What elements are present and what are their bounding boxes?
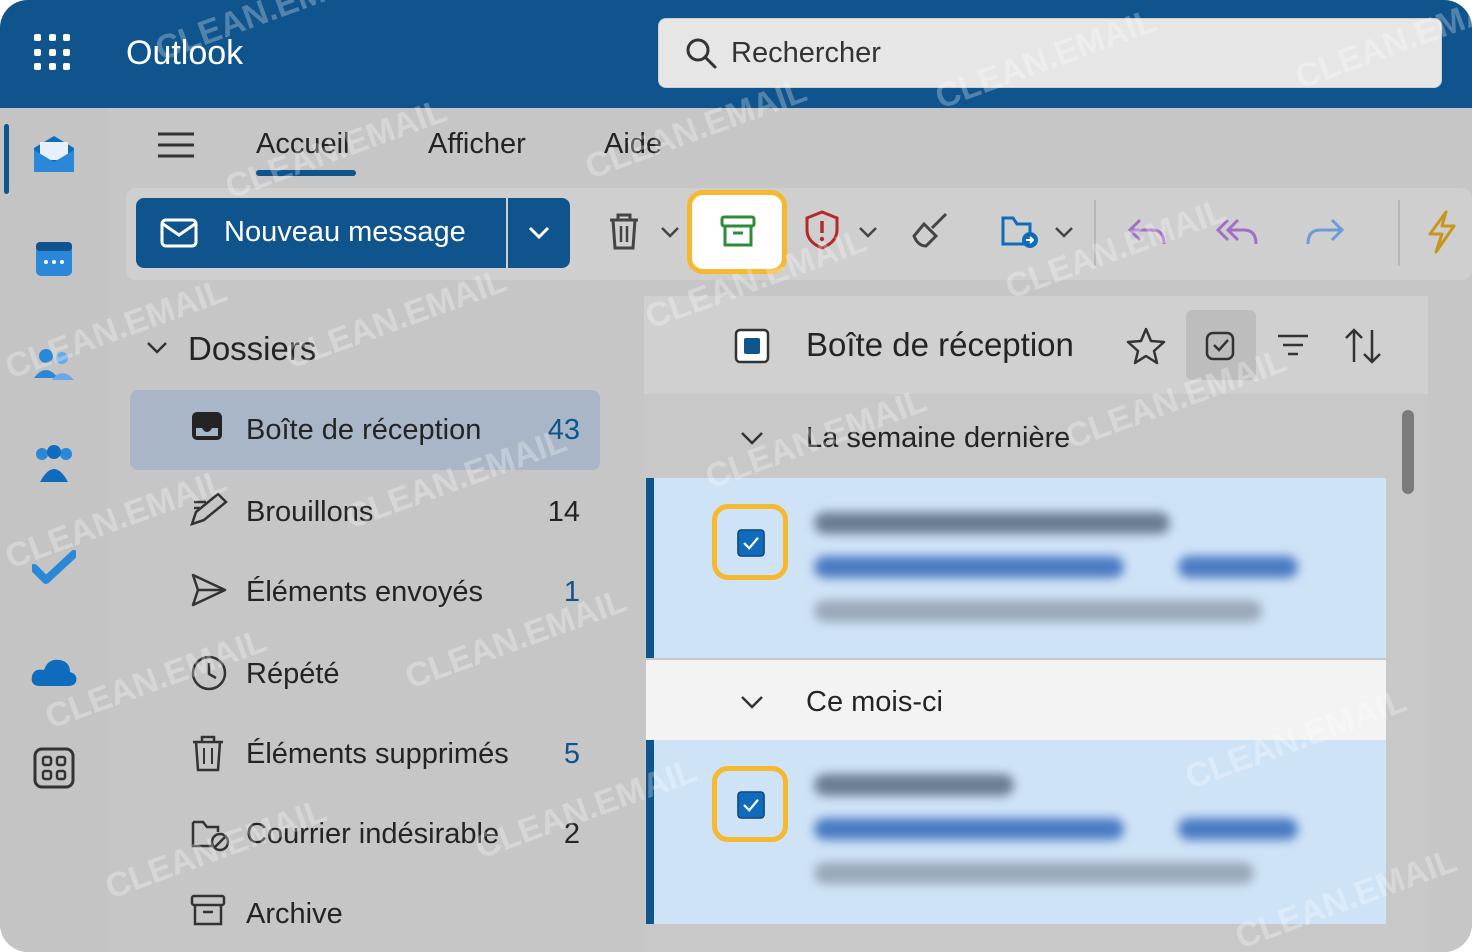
unread-count: 5 — [563, 738, 580, 770]
message-checkbox[interactable] — [712, 766, 788, 842]
sort-icon[interactable] — [1342, 326, 1384, 366]
reply-all-icon[interactable] — [1214, 216, 1260, 248]
folder-name: Éléments envoyés — [246, 576, 483, 608]
multi-select-icon — [1205, 331, 1235, 361]
quick-steps-icon[interactable] — [1424, 210, 1460, 254]
inbox-icon — [192, 412, 222, 440]
blurred-date — [1178, 556, 1298, 578]
archive-icon — [720, 215, 756, 247]
folders-collapse-chevron-icon[interactable] — [146, 340, 168, 356]
rail-active-indicator — [4, 124, 9, 194]
folder-name: Courrier indésirable — [246, 818, 500, 850]
archive-folder-icon — [190, 894, 226, 926]
checkbox-checked-icon — [737, 529, 765, 557]
folder-inbox[interactable]: Boîte de réception 43 — [130, 390, 600, 470]
blurred-preview — [814, 862, 1254, 884]
tab-afficher[interactable]: Afficher — [428, 128, 526, 161]
blurred-date — [1178, 818, 1298, 840]
app-rail — [0, 108, 108, 952]
app-launcher-icon[interactable] — [34, 34, 72, 72]
blurred-preview — [814, 600, 1262, 622]
forward-icon[interactable] — [1304, 216, 1346, 248]
group-collapse-chevron-icon[interactable] — [740, 694, 764, 710]
folder-name: Archive — [246, 898, 343, 930]
chevron-down-icon — [528, 226, 550, 240]
select-all-checkbox[interactable] — [734, 328, 770, 364]
archive-button[interactable] — [687, 190, 787, 274]
folders-heading: Dossiers — [188, 330, 317, 367]
folder-name: Répété — [246, 658, 340, 690]
unread-count: 1 — [563, 576, 580, 608]
trash-icon — [193, 735, 223, 772]
active-tab-underline — [256, 170, 356, 176]
folder-snoozed[interactable]: Répété — [130, 634, 600, 714]
outlook-window: Outlook Rechercher Accueil Afficher Aide… — [0, 0, 1472, 952]
folder-name: Boîte de réception — [246, 414, 482, 446]
blurred-sender — [814, 774, 1014, 796]
blurred-subject — [814, 818, 1124, 840]
tab-aide[interactable]: Aide — [604, 128, 662, 161]
groups-app-icon[interactable] — [32, 442, 76, 486]
new-message-button[interactable]: Nouveau message — [136, 198, 506, 268]
group-last-week: La semaine dernière — [806, 422, 1071, 454]
top-bar: Outlook Rechercher — [0, 0, 1472, 108]
delete-icon[interactable] — [606, 210, 642, 254]
delete-chevron-icon[interactable] — [660, 226, 680, 240]
folder-sent[interactable]: Éléments envoyés 1 — [130, 552, 600, 632]
people-app-icon[interactable] — [32, 344, 76, 384]
move-chevron-icon[interactable] — [1054, 226, 1074, 240]
folder-archive[interactable]: Archive — [130, 874, 600, 952]
message-list-scrollbar[interactable] — [1402, 410, 1414, 494]
app-title: Outlook — [126, 34, 244, 72]
item-count: 2 — [563, 818, 580, 850]
calendar-app-icon[interactable] — [34, 238, 74, 278]
new-message-label: Nouveau message — [224, 216, 466, 248]
selection-mode-toggle[interactable] — [1186, 310, 1256, 380]
move-to-icon[interactable] — [1000, 210, 1042, 250]
checkbox-checked-icon — [737, 791, 765, 819]
message-list-title: Boîte de réception — [806, 326, 1074, 363]
tab-accueil[interactable]: Accueil — [256, 128, 350, 161]
reply-icon[interactable] — [1126, 216, 1168, 248]
filter-icon[interactable] — [1276, 330, 1310, 360]
report-icon[interactable] — [804, 210, 840, 250]
sweep-icon[interactable] — [910, 210, 950, 250]
folder-deleted[interactable]: Éléments supprimés 5 — [130, 714, 600, 794]
search-box[interactable]: Rechercher — [658, 18, 1442, 88]
hamburger-menu-icon[interactable] — [156, 130, 196, 160]
sent-icon — [191, 573, 227, 607]
folder-name: Éléments supprimés — [246, 738, 509, 770]
search-placeholder: Rechercher — [731, 37, 881, 69]
more-apps-icon[interactable] — [32, 746, 76, 790]
new-message-dropdown[interactable] — [508, 198, 570, 268]
group-this-month: Ce mois-ci — [806, 686, 943, 718]
folder-drafts[interactable]: Brouillons 14 — [130, 472, 600, 552]
ribbon-divider-2 — [1398, 200, 1400, 266]
message-checkbox[interactable] — [712, 504, 788, 580]
group-collapse-chevron-icon[interactable] — [740, 430, 764, 446]
blurred-sender — [814, 512, 1170, 534]
todo-app-icon[interactable] — [32, 550, 76, 586]
item-count: 14 — [547, 496, 580, 528]
search-icon — [686, 38, 717, 69]
clock-icon — [191, 655, 227, 691]
ribbon-divider — [1094, 200, 1096, 266]
folder-name: Brouillons — [246, 496, 374, 528]
favorite-star-icon[interactable] — [1126, 326, 1166, 366]
onedrive-app-icon[interactable] — [30, 654, 78, 688]
report-chevron-icon[interactable] — [858, 226, 878, 240]
unread-count: 43 — [547, 414, 580, 446]
folder-junk[interactable]: Courrier indésirable 2 — [130, 794, 600, 874]
drafts-icon — [190, 492, 228, 526]
junk-icon — [191, 820, 230, 852]
envelope-icon — [160, 218, 198, 248]
blurred-subject — [814, 556, 1124, 578]
mail-app-icon[interactable] — [30, 132, 78, 176]
